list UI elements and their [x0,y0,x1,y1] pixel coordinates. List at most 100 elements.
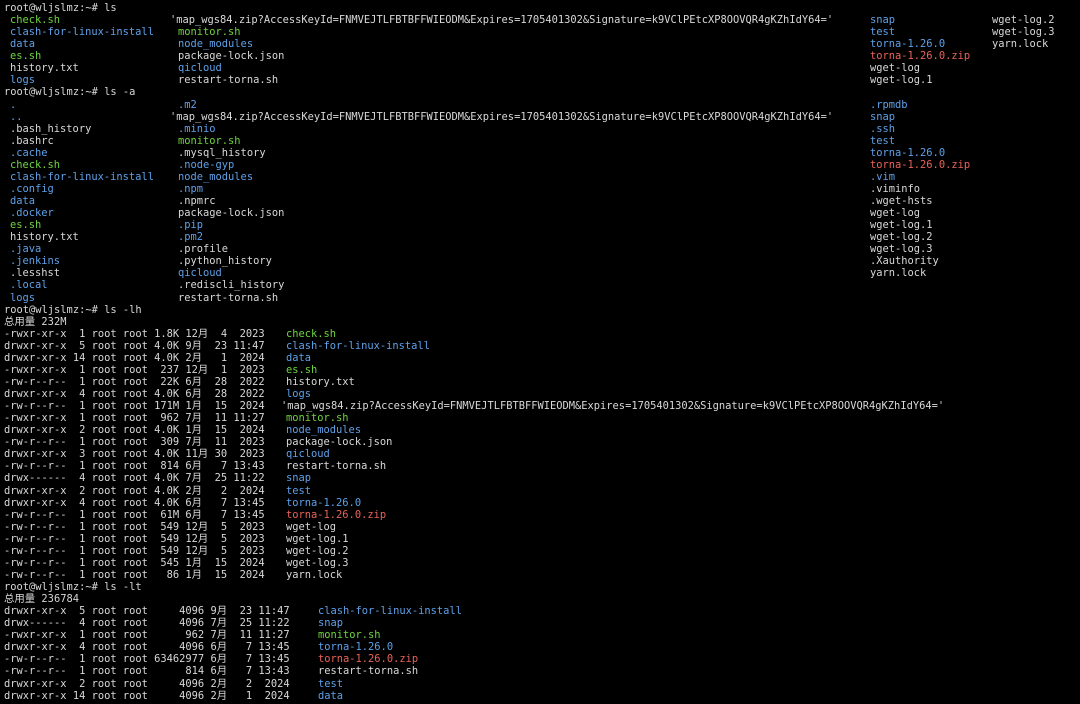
output-line: -rw-r--r-- 1 root root 549 12月 5 2023 wge… [4,521,1080,533]
output-entry: wget-log.2 [992,14,1055,27]
output-entry: drwxr-xr-x 5 root root 4096 9月 23 11:47 [4,605,290,618]
output-entry: data [318,689,344,702]
output-entry: torna-1.26.0 [870,146,946,159]
output-line: -rw-r--r-- 1 root root 22K 6月 28 2022 his… [4,376,1080,388]
output-entry: 'map_wgs84.zip?AccessKeyId=FNMVEJTLFBTBF… [170,110,834,123]
output-entry: package-lock.json [178,50,285,63]
output-entry: -rw-r--r-- 1 root root 814 6月 7 13:43 [4,460,265,473]
output-entry: drwxr-xr-x 2 root root 4.0K 1月 15 2024 [4,424,265,437]
output-entry: test [286,484,312,497]
output-entry: .node-gyp [178,158,235,171]
output-entry: .profile [178,243,229,256]
output-entry: .vim [870,170,896,183]
output-entry: data [10,195,36,207]
output-entry: test [870,26,896,39]
output-entry: history.txt [10,62,79,75]
output-entry: check.sh [286,327,337,340]
output-entry: es.sh [10,50,42,63]
output-entry: package-lock.json [178,207,285,220]
output-entry: 总用量 236784 [4,593,79,606]
output-entry: data [10,38,36,51]
output-entry: test [318,677,344,690]
output-line: .local .rediscli_history [4,279,1080,291]
output-line: drwxr-xr-x 5 root root 4.0K 9月 23 11:47 c… [4,340,1080,352]
output-entry: -rw-r--r-- 1 root root 309 7月 11 2023 [4,436,265,449]
output-entry: .lesshst [10,267,61,280]
output-entry: clash-for-linux-install [318,605,462,618]
output-line: drwxr-xr-x 14 root root 4.0K 2月 1 2024 da… [4,352,1080,364]
output-entry: torna-1.26.0 [318,641,394,654]
output-line: -rw-r--r-- 1 root root 171M 1月 15 2024 'm… [4,400,1080,412]
output-entry: .local [10,279,48,292]
output-line: check.sh .node-gyp torna-1.26.0.zip [4,159,1080,171]
output-line: -rw-r--r-- 1 root root 61M 6月 7 13:45 tor… [4,509,1080,521]
output-entry: -rw-r--r-- 1 root root 549 12月 5 2023 [4,520,265,533]
output-entry: drwx------ 4 root root 4.0K 7月 25 11:22 [4,472,265,485]
output-entry: .docker [10,207,54,220]
output-entry: -rw-r--r-- 1 root root 171M 1月 15 2024 [4,400,265,413]
output-line: -rwxr-xr-x 1 root root 237 12月 1 2023 es.… [4,364,1080,376]
output-entry: package-lock.json [286,436,393,449]
output-entry: 'map_wgs84.zip?AccessKeyId=FNMVEJTLFBTBF… [170,14,834,27]
output-entry: monitor.sh [178,26,241,39]
output-entry: -rw-r--r-- 1 root root 61M 6月 7 13:45 [4,508,265,521]
output-line: check.sh 'map_wgs84.zip?AccessKeyId=FNMVE… [4,14,1080,26]
output-entry: wget-log.1 [870,219,933,232]
command-text: root@wljslmz:~# ls -lt [4,581,142,593]
output-entry: yarn.lock [992,38,1049,51]
output-entry: .wget-hsts [870,195,933,207]
output-line: .cache .mysql_history torna-1.26.0 [4,147,1080,159]
output-entry: snap [318,617,344,630]
output-entry: wget-log.3 [870,243,933,256]
output-entry: .m2 [178,98,197,111]
output-line: drwx------ 4 root root 4.0K 7月 25 11:22 s… [4,472,1080,484]
output-entry: drwxr-xr-x 5 root root 4.0K 9月 23 11:47 [4,339,265,352]
output-entry: .cache [10,146,48,159]
output-line: drwxr-xr-x 5 root root 4096 9月 23 11:47 c… [4,605,1080,617]
command-text: root@wljslmz:~# ls -lh [4,303,142,316]
output-entry: history.txt [286,375,355,388]
output-entry: wget-log [870,207,921,220]
output-entry: -rw-r--r-- 1 root root 22K 6月 28 2022 [4,375,265,388]
output-entry: node_modules [178,38,254,51]
output-entry: -rw-r--r-- 1 root root 549 12月 5 2023 [4,532,265,545]
output-entry: es.sh [286,363,318,376]
output-entry: -rw-r--r-- 1 root root 63462977 6月 7 13:… [4,653,290,666]
output-line: 总用量 232M [4,316,1080,328]
output-entry: clash-for-linux-install [10,26,154,39]
output-entry: data [286,351,312,364]
output-entry: -rwxr-xr-x 1 root root 962 7月 11 11:27 [4,412,265,425]
output-line: . .m2 .rpmdb [4,99,1080,111]
output-entry: clash-for-linux-install [10,170,154,183]
output-entry: .bash_history [10,122,92,135]
output-entry: wget-log.1 [870,74,933,87]
output-entry: -rwxr-xr-x 1 root root 962 7月 11 11:27 [4,629,290,642]
output-entry: .rpmdb [870,98,908,111]
output-entry: clash-for-linux-install [286,339,430,352]
output-entry: .npmrc [178,195,216,207]
output-entry: check.sh [10,14,61,27]
output-line: .jenkins .python_history .Xauthority [4,255,1080,267]
output-line: -rw-r--r-- 1 root root 63462977 6月 7 13:… [4,653,1080,665]
output-line: clash-for-linux-install monitor.sh test wge… [4,26,1080,38]
output-entry: monitor.sh [178,134,241,147]
output-entry: drwxr-xr-x 4 root root 4.0K 6月 28 2022 [4,388,265,400]
output-line: .. 'map_wgs84.zip?AccessKeyId=FNMVEJTLFBT… [4,111,1080,123]
output-line: -rwxr-xr-x 1 root root 1.8K 12月 4 2023 ch… [4,328,1080,340]
terminal-window[interactable]: root@wljslmz:~# ls check.sh'map_wgs84.zip… [0,0,1080,704]
output-line: -rw-r--r-- 1 root root 814 6月 7 13:43 res… [4,665,1080,677]
output-entry: logs [10,74,36,87]
output-line: .lesshst qicloud yarn.lock [4,267,1080,279]
output-entry: .mysql_history [178,146,266,159]
output-entry: yarn.lock [286,568,343,581]
output-entry: wget-log [870,62,921,75]
output-line: es.sh package-lock.json torna-1.26.0.zip [4,50,1080,62]
output-line: data node_modules torna-1.26.0 yarn.lock [4,38,1080,50]
output-line: drwxr-xr-x 3 root root 4.0K 11月 30 2023 q… [4,448,1080,460]
command-prompt-line: root@wljslmz:~# ls -lt [4,581,1080,593]
output-line: logs restart-torna.sh wget-log.1 [4,74,1080,86]
output-line: clash-for-linux-install node_modules .vim [4,171,1080,183]
output-entry: logs [10,291,36,304]
output-entry: .. [10,110,23,123]
output-line: -rw-r--r-- 1 root root 549 12月 5 2023 wge… [4,533,1080,545]
